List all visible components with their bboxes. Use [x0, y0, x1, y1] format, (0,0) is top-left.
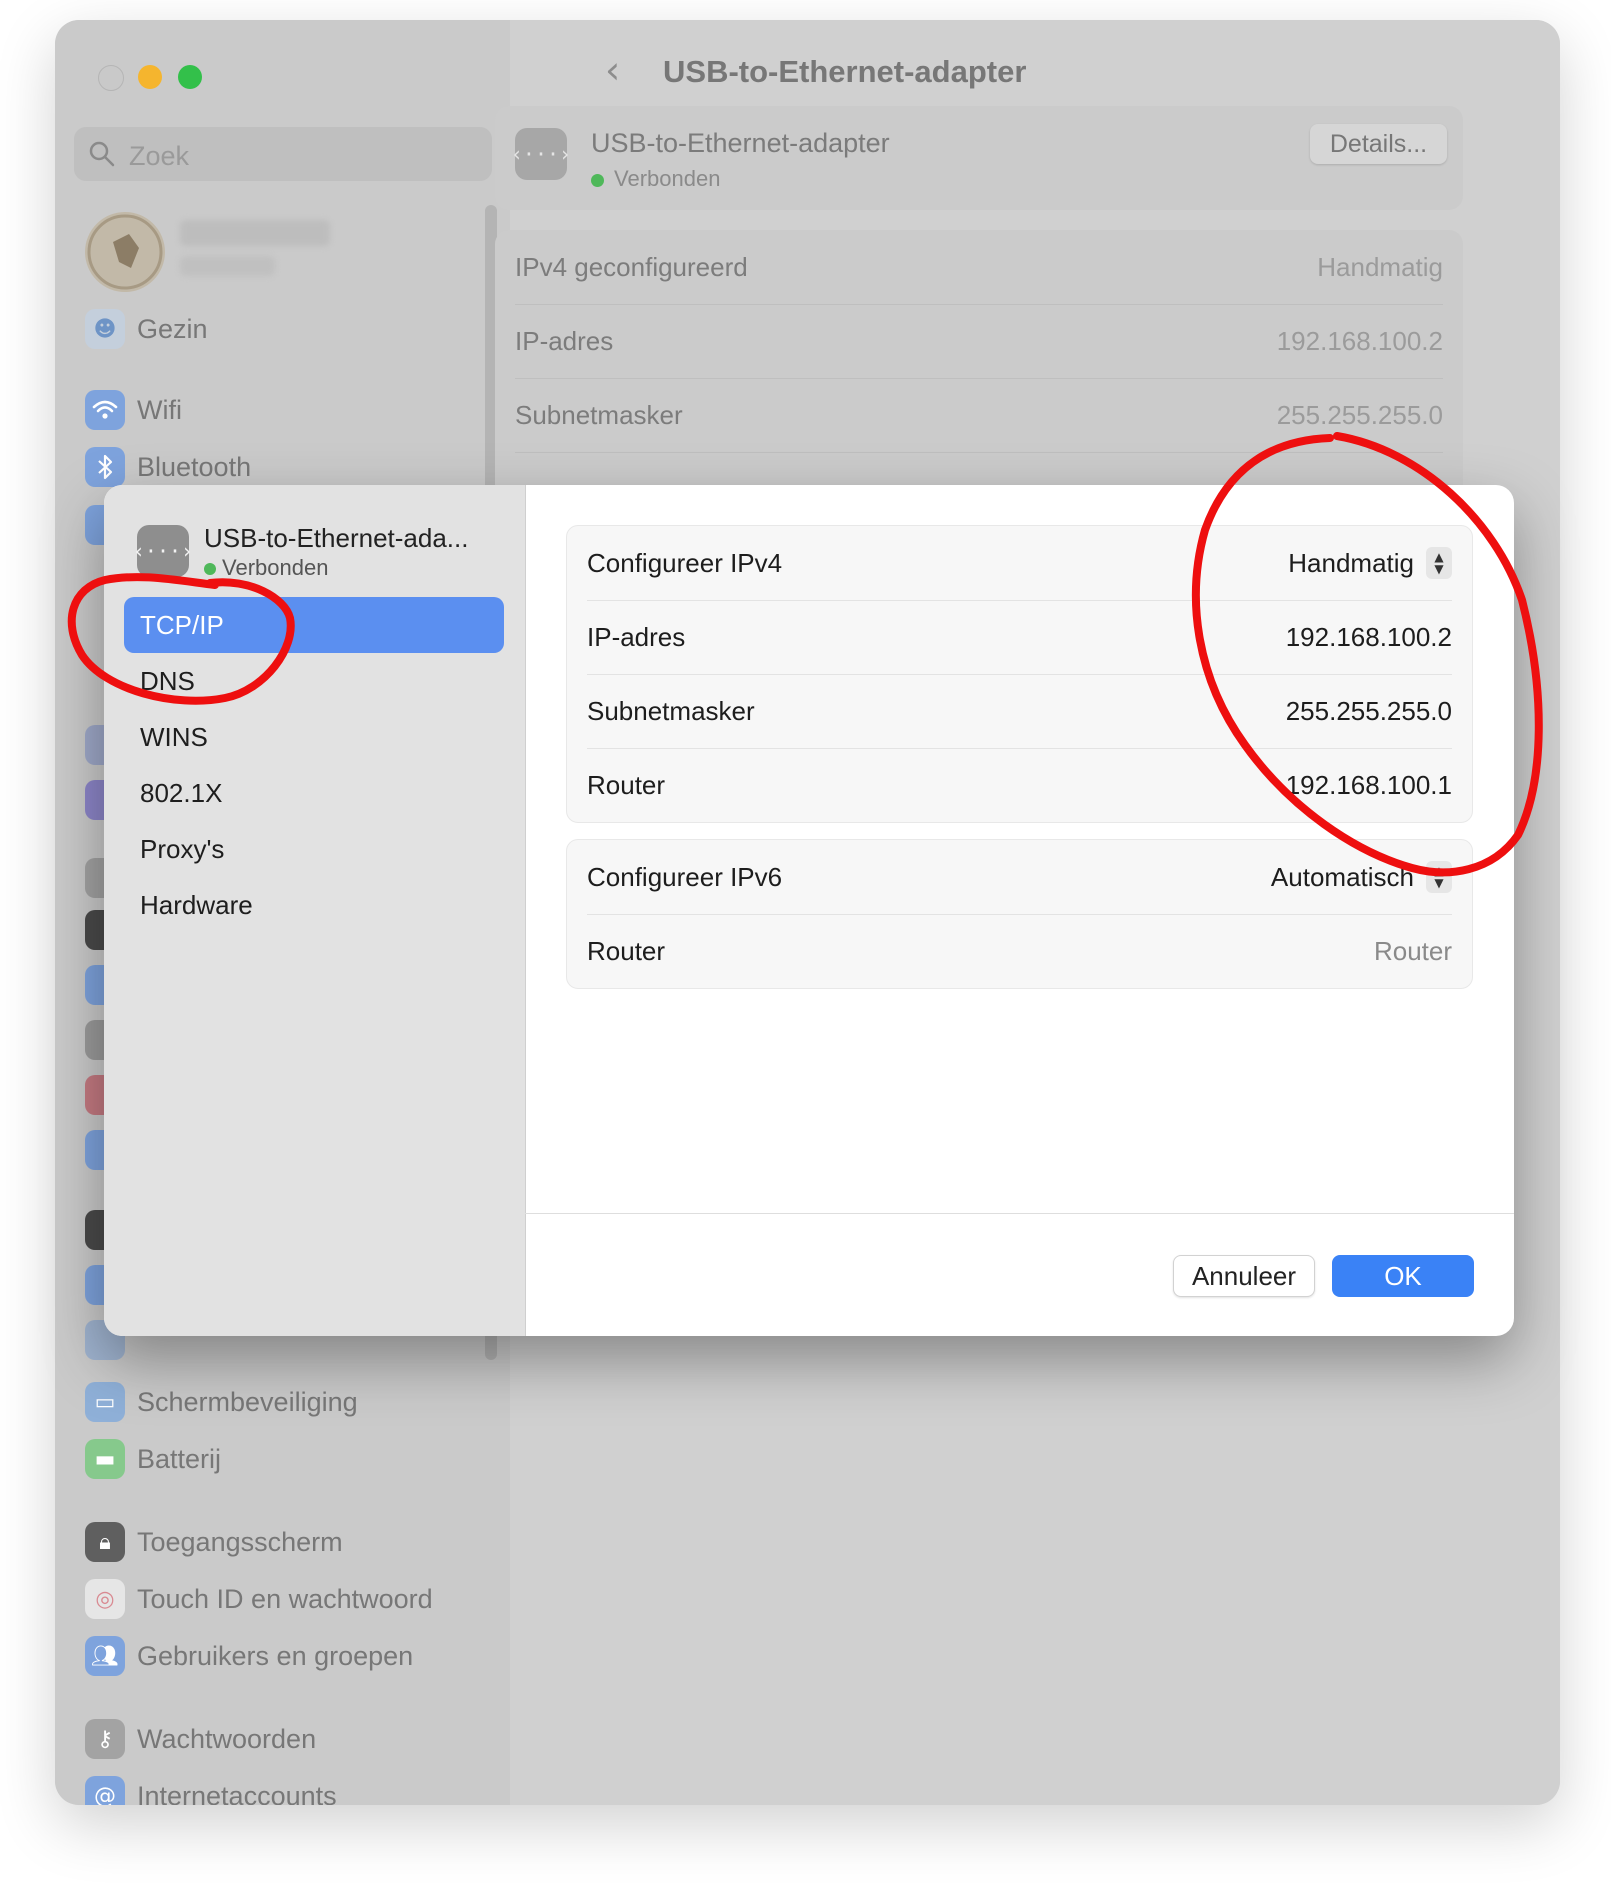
search-icon — [89, 141, 115, 167]
sidebar-item-touch-id[interactable]: ◎ Touch ID en wachtwoord — [85, 1579, 433, 1619]
configure-ipv4-label: Configureer IPv4 — [587, 547, 783, 578]
tab-tcpip[interactable]: TCP/IP — [124, 597, 504, 653]
bluetooth-icon — [85, 447, 125, 487]
avatar[interactable] — [85, 212, 165, 292]
ethernet-adapter-icon: ‹···› — [511, 128, 571, 180]
sidebar-item-label: Toegangsscherm — [137, 1526, 343, 1557]
info-row: Subnetmasker 255.255.255.0 — [515, 378, 1443, 453]
tab-dns[interactable]: DNS — [124, 653, 504, 709]
ip-address-label: IP-adres — [587, 621, 686, 652]
router-label: Router — [587, 769, 666, 800]
sidebar-item-wifi[interactable]: Wifi — [85, 390, 182, 430]
back-chevron-icon[interactable]: ‹ — [605, 48, 620, 92]
sheet-adapter-status: Verbonden — [204, 555, 328, 581]
ethernet-adapter-icon: ‹···› — [133, 525, 193, 577]
info-key: Subnetmasker — [515, 399, 683, 430]
cancel-button[interactable]: Annuleer — [1173, 1255, 1315, 1297]
ok-button[interactable]: OK — [1332, 1255, 1474, 1297]
sidebar-item-label: Internetaccounts — [137, 1780, 337, 1806]
battery-icon: ▬ — [85, 1439, 125, 1479]
sidebar-item-bluetooth[interactable]: Bluetooth — [85, 447, 251, 487]
sheet-adapter-status-text: Verbonden — [222, 555, 329, 580]
subnet-mask-label: Subnetmasker — [587, 695, 755, 726]
chevron-updown-icon: ▲ ▼ — [1426, 547, 1452, 579]
sidebar-item-internetaccounts[interactable]: @ Internetaccounts — [85, 1776, 337, 1805]
sidebar-item-schermbeveiliging[interactable]: ▭ Schermbeveiliging — [85, 1382, 358, 1422]
users-icon: 👥︎ — [85, 1636, 125, 1676]
info-key: IPv4 geconfigureerd — [515, 251, 748, 282]
search-placeholder: Zoek — [129, 141, 190, 171]
sidebar-item-label: Wachtwoorden — [137, 1723, 317, 1754]
tcpip-sheet: ‹···› USB-to-Ethernet-ada... Verbonden T… — [104, 485, 1514, 1336]
sidebar-item-toegangsscherm[interactable]: 🔒︎ Toegangsscherm — [85, 1522, 343, 1562]
sidebar-item-wachtwoorden[interactable]: ⚷ Wachtwoorden — [85, 1719, 316, 1759]
ip-address-field[interactable]: 192.168.100.2 — [1286, 622, 1452, 653]
configure-ipv4-value: Handmatig — [1288, 547, 1414, 578]
chevron-updown-icon: ▲ ▼ — [1426, 861, 1452, 893]
lock-icon: 🔒︎ — [85, 1522, 125, 1562]
sidebar-item-batterij[interactable]: ▬ Batterij — [85, 1439, 221, 1479]
configure-ipv4-row: Configureer IPv4 Handmatig ▲ ▼ — [587, 526, 1452, 601]
tab-8021x[interactable]: 802.1X — [124, 765, 504, 821]
info-row: IP-adres 192.168.100.2 — [515, 304, 1443, 379]
info-value: Handmatig — [1317, 251, 1443, 282]
sidebar-item-gezin[interactable]: ☻ Gezin — [85, 309, 208, 349]
subnet-mask-field[interactable]: 255.255.255.0 — [1286, 696, 1452, 727]
status-dot-icon — [204, 563, 216, 576]
adapter-status: Verbonden — [591, 166, 720, 192]
subnet-mask-row: Subnetmasker 255.255.255.0 — [587, 674, 1452, 749]
adapter-status-text: Verbonden — [614, 166, 721, 191]
configure-ipv4-popup[interactable]: Handmatig ▲ ▼ — [1288, 547, 1452, 579]
sidebar-item-label: Wifi — [137, 394, 182, 425]
info-value: 255.255.255.0 — [1276, 399, 1443, 430]
adapter-summary-card: ‹···› USB-to-Ethernet-adapter Verbonden … — [495, 106, 1463, 210]
status-dot-icon — [591, 173, 604, 187]
fingerprint-icon: ◎ — [85, 1579, 125, 1619]
sheet-sidebar: ‹···› USB-to-Ethernet-ada... Verbonden T… — [104, 485, 526, 1336]
page-title: USB-to-Ethernet-adapter — [663, 54, 1027, 89]
info-value: 192.168.100.2 — [1276, 325, 1443, 356]
ipv6-router-field[interactable]: Router — [1374, 936, 1452, 967]
account-name-blurred[interactable] — [180, 220, 330, 246]
sidebar-item-label: Gebruikers en groepen — [137, 1640, 414, 1671]
ipv6-router-label: Router — [587, 935, 666, 966]
configure-ipv6-row: Configureer IPv6 Automatisch ▲ ▼ — [587, 840, 1452, 915]
info-row: IPv4 geconfigureerd Handmatig — [515, 230, 1443, 305]
zoom-window-button[interactable] — [178, 65, 202, 89]
configure-ipv6-label: Configureer IPv6 — [587, 861, 783, 892]
sidebar-item-label: Schermbeveiliging — [137, 1386, 358, 1417]
tab-proxys[interactable]: Proxy's — [124, 821, 504, 877]
sidebar-item-label: Touch ID en wachtwoord — [137, 1583, 433, 1614]
sheet-adapter-name: USB-to-Ethernet-ada... — [204, 523, 469, 553]
minimize-window-button[interactable] — [138, 65, 162, 89]
ipv6-group: Configureer IPv6 Automatisch ▲ ▼ Router R… — [566, 839, 1473, 989]
tab-hardware[interactable]: Hardware — [124, 877, 504, 933]
sidebar-item-label: Gezin — [137, 313, 208, 344]
adapter-name: USB-to-Ethernet-adapter — [591, 128, 890, 158]
sidebar-item-label: Batterij — [137, 1443, 222, 1474]
key-icon: ⚷ — [85, 1719, 125, 1759]
search-field[interactable]: Zoek — [74, 127, 492, 181]
ip-address-row: IP-adres 192.168.100.2 — [587, 600, 1452, 675]
ipv6-router-row: Router Router — [587, 914, 1452, 988]
router-field[interactable]: 192.168.100.1 — [1286, 770, 1452, 801]
sidebar-item-gebruikers[interactable]: 👥︎ Gebruikers en groepen — [85, 1636, 413, 1676]
at-icon: @ — [85, 1776, 125, 1805]
account-subtitle-blurred — [180, 256, 275, 276]
router-row: Router 192.168.100.1 — [587, 748, 1452, 822]
screensaver-icon: ▭ — [85, 1382, 125, 1422]
wifi-icon — [85, 390, 125, 430]
tab-wins[interactable]: WINS — [124, 709, 504, 765]
ipv4-group: Configureer IPv4 Handmatig ▲ ▼ IP-adres 1… — [566, 525, 1473, 823]
configure-ipv6-popup[interactable]: Automatisch ▲ ▼ — [1271, 861, 1452, 893]
sheet-divider — [525, 1213, 1514, 1214]
close-window-button[interactable] — [98, 65, 124, 91]
sidebar-item-label: Bluetooth — [137, 451, 252, 482]
configure-ipv6-value: Automatisch — [1270, 861, 1414, 892]
info-key: IP-adres — [515, 325, 614, 356]
avatar-icon — [87, 214, 163, 290]
family-icon: ☻ — [85, 309, 125, 349]
details-button[interactable]: Details... — [1310, 124, 1447, 164]
